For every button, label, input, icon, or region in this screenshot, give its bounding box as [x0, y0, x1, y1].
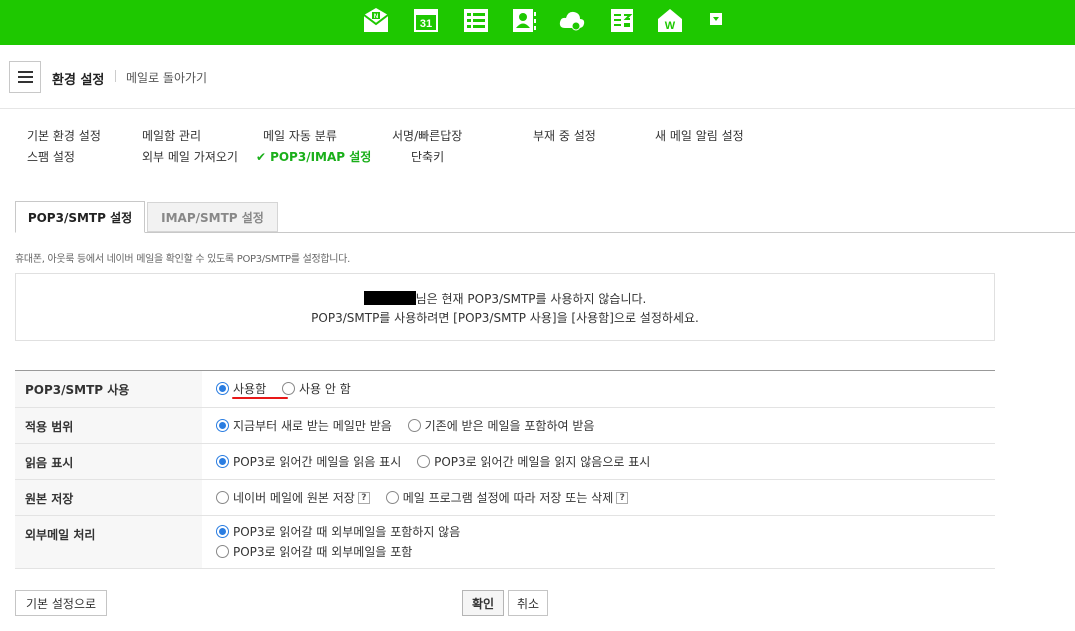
header-divider [115, 70, 116, 82]
pop3-settings-table: POP3/SMTP 사용 사용함 사용 안 함 적용 범위 지금부터 새로 받는… [15, 370, 995, 569]
radio-scope-all[interactable]: 기존에 받은 메일을 포함하여 받음 [407, 417, 595, 434]
help-icon[interactable]: ? [357, 491, 370, 504]
top-app-bar: N 31 W [0, 0, 1075, 45]
nav-mailbox-manage[interactable]: 메일함 관리 [142, 127, 201, 144]
status-notice-box: 님은 현재 POP3/SMTP를 사용하지 않습니다. POP3/SMTP를 사… [15, 273, 995, 341]
radio-use-off[interactable]: 사용 안 함 [281, 380, 351, 397]
radio-unselected-icon[interactable] [216, 545, 229, 558]
settings-header: 환경 설정 메일로 돌아가기 [0, 45, 1075, 109]
nav-new-mail-alert[interactable]: 새 메일 알림 설정 [655, 127, 744, 144]
notice-line-1: 님은 현재 POP3/SMTP를 사용하지 않습니다. [16, 290, 994, 307]
row-read-mark: 읽음 표시 POP3로 읽어간 메일을 읽음 표시 POP3로 읽어간 메일을 … [15, 444, 995, 480]
radio-use-on[interactable]: 사용함 [216, 380, 266, 397]
radio-read-mark-unread[interactable]: POP3로 읽어간 메일을 읽지 않음으로 표시 [417, 453, 650, 470]
nav-spam[interactable]: 스팸 설정 [27, 148, 75, 165]
row-options-read-mark: POP3로 읽어간 메일을 읽음 표시 POP3로 읽어간 메일을 읽지 않음으… [202, 444, 995, 479]
radio-unselected-icon[interactable] [216, 491, 229, 504]
radio-read-mark-unread-label: POP3로 읽어간 메일을 읽지 않음으로 표시 [434, 455, 651, 469]
row-options-scope: 지금부터 새로 받는 메일만 받음 기존에 받은 메일을 포함하여 받음 [202, 408, 995, 443]
radio-keep-in-naver-label: 네이버 메일에 원본 저장 [233, 491, 355, 505]
notice-status-text: 님은 현재 POP3/SMTP를 사용하지 않습니다. [415, 292, 647, 306]
tab-underline [15, 232, 1075, 233]
confirm-button[interactable]: 확인 [462, 590, 504, 616]
row-external-mail: 외부메일 처리 POP3로 읽어갈 때 외부메일을 포함하지 않음 POP3로 … [15, 516, 995, 569]
radio-scope-all-label: 기존에 받은 메일을 포함하여 받음 [424, 419, 595, 433]
back-to-mail-link[interactable]: 메일로 돌아가기 [126, 69, 207, 86]
cancel-button[interactable]: 취소 [508, 590, 548, 616]
help-icon[interactable]: ? [616, 491, 629, 504]
radio-use-off-label: 사용 안 함 [298, 382, 351, 396]
nav-auto-sort[interactable]: 메일 자동 분류 [263, 127, 337, 144]
hamburger-icon-line [18, 81, 33, 83]
reset-default-button[interactable]: 기본 설정으로 [15, 590, 107, 616]
memo-icon[interactable] [608, 6, 636, 34]
address-book-icon[interactable] [510, 6, 538, 34]
row-label-external-mail: 외부메일 처리 [15, 516, 202, 568]
mail-icon[interactable]: N [362, 6, 390, 34]
hamburger-icon-line [18, 76, 33, 78]
nav-external-mail[interactable]: 외부 메일 가져오기 [142, 148, 238, 165]
row-keep-original: 원본 저장 네이버 메일에 원본 저장? 메일 프로그램 설정에 따라 저장 또… [15, 480, 995, 516]
nav-pop3-imap-label: POP3/IMAP 설정 [270, 150, 372, 164]
radio-read-mark-read[interactable]: POP3로 읽어간 메일을 읽음 표시 [216, 453, 401, 470]
radio-scope-new[interactable]: 지금부터 새로 받는 메일만 받음 [216, 417, 392, 434]
radio-scope-new-label: 지금부터 새로 받는 메일만 받음 [233, 419, 392, 433]
row-label-keep-original: 원본 저장 [15, 480, 202, 515]
nav-basic-settings[interactable]: 기본 환경 설정 [27, 127, 101, 144]
radio-keep-by-client-label: 메일 프로그램 설정에 따라 저장 또는 삭제 [402, 491, 614, 505]
radio-keep-in-naver[interactable]: 네이버 메일에 원본 저장? [216, 489, 370, 506]
radio-selected-icon[interactable] [216, 419, 229, 432]
radio-selected-icon[interactable] [216, 455, 229, 468]
cloud-icon[interactable] [558, 6, 586, 34]
radio-unselected-icon[interactable] [407, 419, 421, 432]
notice-line-2: POP3/SMTP를 사용하려면 [POP3/SMTP 사용]을 [사용함]으로… [311, 311, 699, 325]
row-label-read-mark: 읽음 표시 [15, 444, 202, 479]
radio-external-exclude[interactable]: POP3로 읽어갈 때 외부메일을 포함하지 않음 [216, 523, 460, 540]
radio-external-include-label: POP3로 읽어갈 때 외부메일을 포함 [233, 545, 413, 559]
radio-read-mark-read-label: POP3로 읽어간 메일을 읽음 표시 [233, 455, 402, 469]
radio-unselected-icon[interactable] [385, 491, 399, 504]
home-icon[interactable]: W [656, 6, 684, 34]
hamburger-icon [18, 71, 33, 73]
row-pop3-use: POP3/SMTP 사용 사용함 사용 안 함 [15, 371, 995, 408]
hamburger-menu-button[interactable] [9, 61, 41, 93]
settings-description: 휴대폰, 아웃룩 등에서 네이버 메일을 확인할 수 있도록 POP3/SMTP… [15, 254, 350, 265]
row-options-keep-original: 네이버 메일에 원본 저장? 메일 프로그램 설정에 따라 저장 또는 삭제? [202, 480, 995, 515]
svg-text:W: W [665, 20, 676, 32]
row-scope: 적용 범위 지금부터 새로 받는 메일만 받음 기존에 받은 메일을 포함하여 … [15, 408, 995, 444]
radio-selected-icon[interactable] [216, 525, 229, 538]
row-options-external-mail: POP3로 읽어갈 때 외부메일을 포함하지 않음 POP3로 읽어갈 때 외부… [202, 516, 995, 568]
row-label-scope: 적용 범위 [15, 408, 202, 443]
check-icon: ✔ [256, 150, 267, 164]
nav-away[interactable]: 부재 중 설정 [533, 127, 596, 144]
dropdown-icon[interactable] [706, 11, 726, 27]
contacts-list-icon[interactable] [462, 6, 490, 34]
radio-external-exclude-label: POP3로 읽어갈 때 외부메일을 포함하지 않음 [233, 525, 461, 539]
radio-use-on-label: 사용함 [233, 382, 267, 396]
tab-pop3-smtp[interactable]: POP3/SMTP 설정 [15, 201, 145, 233]
page-title: 환경 설정 [52, 73, 105, 88]
radio-selected-icon[interactable] [216, 382, 229, 395]
radio-keep-by-client[interactable]: 메일 프로그램 설정에 따라 저장 또는 삭제? [385, 489, 629, 506]
nav-pop3-imap[interactable]: ✔ POP3/IMAP 설정 [256, 148, 371, 165]
svg-text:N: N [374, 14, 378, 20]
svg-text:31: 31 [420, 18, 432, 30]
tab-imap-smtp[interactable]: IMAP/SMTP 설정 [147, 202, 278, 232]
nav-signature[interactable]: 서명/빠른답장 [392, 127, 462, 144]
row-label-pop3-use: POP3/SMTP 사용 [15, 371, 202, 407]
radio-unselected-icon[interactable] [417, 455, 431, 468]
highlight-underline [232, 397, 288, 399]
redacted-username [363, 291, 416, 305]
radio-external-include[interactable]: POP3로 읽어갈 때 외부메일을 포함 [216, 543, 412, 560]
nav-shortcut[interactable]: 단축키 [411, 148, 444, 165]
calendar-icon[interactable]: 31 [412, 6, 440, 34]
radio-unselected-icon[interactable] [281, 382, 295, 395]
row-options-pop3-use: 사용함 사용 안 함 [202, 371, 995, 407]
